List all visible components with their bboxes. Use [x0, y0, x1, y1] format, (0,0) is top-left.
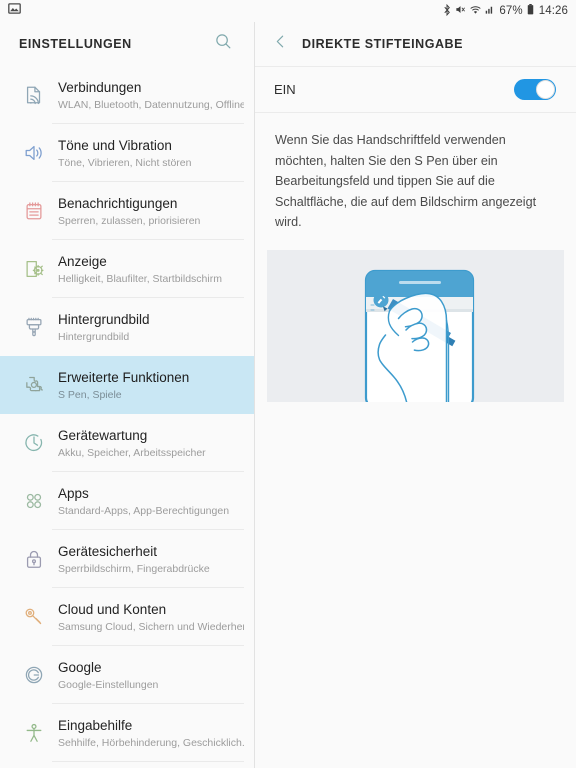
apps-grid-icon: [16, 484, 52, 516]
advanced-features-icon: [16, 368, 52, 400]
bluetooth-icon: [443, 3, 451, 19]
hand-writing-with-s-pen-on-device-illustration: [267, 249, 564, 402]
sidebar-item-label: Apps: [58, 486, 89, 501]
sidebar-item-text: Eingabehilfe Sehhilfe, Hörbehinderung, Ge…: [58, 716, 244, 751]
app-body: EINSTELLUNGEN Verbindungen WLAN, Bluetoot…: [0, 22, 576, 768]
sidebar-item-text: Gerätewartung Akku, Speicher, Arbeitsspei…: [58, 426, 206, 461]
sidebar-item-anzeige[interactable]: Anzeige Helligkeit, Blaufilter, Startbild…: [0, 240, 254, 298]
accessibility-icon: [16, 716, 52, 748]
detail-title: DIREKTE STIFTEINGABE: [302, 37, 464, 51]
sidebar-item-apps[interactable]: Apps Standard-Apps, App-Berechtigungen: [0, 472, 254, 530]
lock-icon: [16, 542, 52, 574]
sidebar-item-label: Gerätewartung: [58, 428, 148, 443]
key-icon: [16, 600, 52, 632]
display-icon: [16, 252, 52, 284]
sidebar-item-text: Apps Standard-Apps, App-Berechtigungen: [58, 484, 229, 519]
sidebar-item-sublabel: Hintergrundbild: [58, 331, 130, 343]
sidebar-item-erweiterte-funktionen[interactable]: Erweiterte Funktionen S Pen, Spiele: [0, 356, 254, 414]
sidebar-item-label: Gerätesicherheit: [58, 544, 158, 559]
sidebar-item-label: Hintergrundbild: [58, 312, 150, 327]
sidebar-item-sublabel: WLAN, Bluetooth, Datennutzung, Offline..…: [58, 99, 244, 111]
sidebar-item-cloud-und-konten[interactable]: Cloud und Konten Samsung Cloud, Sichern u…: [0, 588, 254, 646]
page-title: EINSTELLUNGEN: [19, 37, 132, 51]
status-bar: 67% 14:26: [0, 0, 576, 22]
sidebar-item-benachrichtigungen[interactable]: Benachrichtigungen Sperren, zulassen, pri…: [0, 182, 254, 240]
battery-percent: 67%: [499, 5, 523, 17]
back-button[interactable]: [266, 29, 294, 59]
sidebar-item-label: Verbindungen: [58, 80, 142, 95]
toggle-knob: [536, 80, 555, 99]
sidebar-item-google[interactable]: Google Google-Einstellungen: [0, 646, 254, 704]
settings-list[interactable]: Verbindungen WLAN, Bluetooth, Datennutzun…: [0, 66, 254, 768]
google-g-icon: [16, 658, 52, 690]
sidebar-item-sublabel: Sperren, zulassen, priorisieren: [58, 215, 201, 227]
sidebar-item-label: Google: [58, 660, 102, 675]
sidebar-item-text: Gerätesicherheit Sperrbildschirm, Fingera…: [58, 542, 210, 577]
sidebar-item-text: Google Google-Einstellungen: [58, 658, 158, 693]
sidebar-item-ger-tesicherheit[interactable]: Gerätesicherheit Sperrbildschirm, Fingera…: [0, 530, 254, 588]
sidebar-header: EINSTELLUNGEN: [0, 22, 254, 66]
status-bar-right: 67% 14:26: [443, 3, 568, 19]
sidebar-item-ger-tewartung[interactable]: Gerätewartung Akku, Speicher, Arbeitsspei…: [0, 414, 254, 472]
settings-sidebar: EINSTELLUNGEN Verbindungen WLAN, Bluetoot…: [0, 22, 255, 768]
sidebar-item-allgemeine-verwaltung[interactable]: Allgemeine VerwaltungSprache und Eingabe…: [0, 762, 254, 768]
detail-pane: DIREKTE STIFTEINGABE EIN Wenn Sie das Ha…: [255, 22, 576, 768]
sidebar-item-text: Hintergrundbild Hintergrundbild: [58, 310, 150, 345]
sidebar-item-sublabel: Google-Einstellungen: [58, 679, 159, 691]
sidebar-item-label: Cloud und Konten: [58, 602, 167, 617]
sidebar-item-text: Töne und Vibration Töne, Vibrieren, Nicht…: [58, 136, 191, 171]
sidebar-item-eingabehilfe[interactable]: Eingabehilfe Sehhilfe, Hörbehinderung, Ge…: [0, 704, 254, 762]
sidebar-item-label: Benachrichtigungen: [58, 196, 178, 211]
sidebar-item-text: Erweiterte Funktionen S Pen, Spiele: [58, 368, 189, 403]
sidebar-item-sublabel: Töne, Vibrieren, Nicht stören: [58, 157, 192, 169]
sidebar-item-text: Anzeige Helligkeit, Blaufilter, Startbild…: [58, 252, 222, 287]
status-bar-left: [8, 2, 21, 20]
sidebar-item-text: Benachrichtigungen Sperren, zulassen, pri…: [58, 194, 200, 229]
sidebar-item-label: Erweiterte Funktionen: [58, 370, 190, 385]
sidebar-item-label: Eingabehilfe: [58, 718, 133, 733]
sidebar-item-verbindungen[interactable]: Verbindungen WLAN, Bluetooth, Datennutzun…: [0, 66, 254, 124]
status-clock: 14:26: [538, 5, 568, 17]
sidebar-item-sublabel: Sperrbildschirm, Fingerabdrücke: [58, 563, 210, 575]
sidebar-item-label: Anzeige: [58, 254, 107, 269]
device-maintenance-icon: [16, 426, 52, 458]
mute-icon: [455, 4, 466, 18]
sidebar-item-sublabel: Sehhilfe, Hörbehinderung, Geschicklich..…: [58, 737, 244, 749]
direct-pen-input-toggle[interactable]: [514, 79, 556, 100]
notifications-icon: [16, 194, 52, 226]
screenshot-image-icon: [8, 2, 21, 20]
search-button[interactable]: [208, 29, 238, 59]
sidebar-item-sublabel: Helligkeit, Blaufilter, Startbildschirm: [58, 273, 222, 285]
chevron-left-icon: [272, 33, 289, 55]
signal-icon: [485, 5, 495, 18]
sidebar-item-sublabel: Akku, Speicher, Arbeitsspeicher: [58, 447, 206, 459]
wifi-icon: [470, 5, 481, 18]
sidebar-item-text: Verbindungen WLAN, Bluetooth, Datennutzun…: [58, 78, 244, 113]
sidebar-item-hintergrundbild[interactable]: Hintergrundbild Hintergrundbild: [0, 298, 254, 356]
battery-icon: [527, 4, 534, 18]
sidebar-item-sublabel: Samsung Cloud, Sichern und Wiederher...: [58, 621, 244, 633]
connections-icon: [16, 78, 52, 110]
sidebar-item-t-ne-und-vibration[interactable]: Töne und Vibration Töne, Vibrieren, Nicht…: [0, 124, 254, 182]
sidebar-item-text: Cloud und Konten Samsung Cloud, Sichern u…: [58, 600, 244, 635]
sidebar-item-sublabel: Standard-Apps, App-Berechtigungen: [58, 505, 230, 517]
wallpaper-brush-icon: [16, 310, 52, 342]
search-icon: [214, 32, 233, 56]
sidebar-item-sublabel: S Pen, Spiele: [58, 389, 122, 401]
feature-description: Wenn Sie das Handschriftfeld verwenden m…: [275, 133, 537, 229]
sidebar-item-label: Töne und Vibration: [58, 138, 172, 153]
illustration-container: [255, 233, 576, 402]
sound-icon: [16, 136, 52, 168]
switch-state-label: EIN: [274, 82, 296, 97]
direct-pen-input-switch-row[interactable]: EIN: [255, 66, 576, 113]
detail-header: DIREKTE STIFTEINGABE: [255, 22, 576, 66]
